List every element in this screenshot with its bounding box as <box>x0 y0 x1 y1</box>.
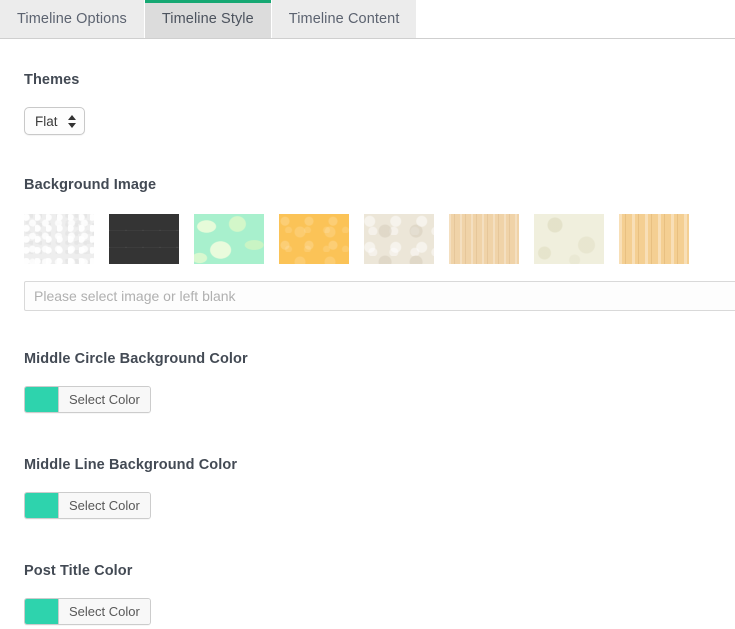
swatch-wood-grain-texture[interactable] <box>619 214 689 264</box>
middle-line-background-color-field: Middle Line Background Color Select Colo… <box>24 457 711 523</box>
tab-timeline-style[interactable]: Timeline Style <box>144 0 272 38</box>
color-chip <box>25 599 59 624</box>
swatch-light-wood-texture[interactable] <box>449 214 519 264</box>
swatch-cream-floral-texture[interactable] <box>364 214 434 264</box>
select-color-label: Select Color <box>59 493 150 518</box>
themes-select-value: Flat <box>35 113 58 129</box>
color-chip <box>25 493 59 518</box>
select-color-label: Select Color <box>59 599 150 624</box>
middle-line-background-color-label: Middle Line Background Color <box>24 457 238 473</box>
middle-circle-background-color-label: Middle Circle Background Color <box>24 351 248 367</box>
tab-timeline-options[interactable]: Timeline Options <box>0 0 145 38</box>
timeline-style-panel: Themes Flat Background Image Middle Circ… <box>0 72 735 629</box>
swatch-white-noise-texture[interactable] <box>24 214 94 264</box>
tab-label: Timeline Content <box>288 11 400 27</box>
stepper-up-down-icon <box>67 114 76 128</box>
themes-select[interactable]: Flat <box>24 107 85 135</box>
tab-label: Timeline Options <box>17 11 127 27</box>
background-image-input[interactable] <box>24 281 735 311</box>
themes-label: Themes <box>24 72 80 88</box>
background-image-swatch-row <box>24 214 711 264</box>
themes-field: Themes Flat <box>24 72 711 135</box>
middle-circle-color-picker[interactable]: Select Color <box>24 386 151 413</box>
middle-line-color-picker[interactable]: Select Color <box>24 492 151 519</box>
tab-timeline-content[interactable]: Timeline Content <box>271 0 418 38</box>
swatch-cream-ornate-texture[interactable] <box>534 214 604 264</box>
color-chip <box>25 387 59 412</box>
tab-bar: Timeline Options Timeline Style Timeline… <box>0 0 735 39</box>
background-image-field: Background Image <box>24 177 735 311</box>
middle-circle-background-color-field: Middle Circle Background Color Select Co… <box>24 351 711 417</box>
post-title-color-picker[interactable]: Select Color <box>24 598 151 625</box>
select-color-label: Select Color <box>59 387 150 412</box>
swatch-orange-doodle-texture[interactable] <box>279 214 349 264</box>
tab-label: Timeline Style <box>161 11 254 27</box>
background-image-label: Background Image <box>24 177 157 193</box>
tab-bar-filler <box>417 0 735 38</box>
post-title-color-label: Post Title Color <box>24 563 133 579</box>
swatch-mint-camo-texture[interactable] <box>194 214 264 264</box>
post-title-color-field: Post Title Color Select Color <box>24 563 711 629</box>
swatch-dark-geometric-texture[interactable] <box>109 214 179 264</box>
